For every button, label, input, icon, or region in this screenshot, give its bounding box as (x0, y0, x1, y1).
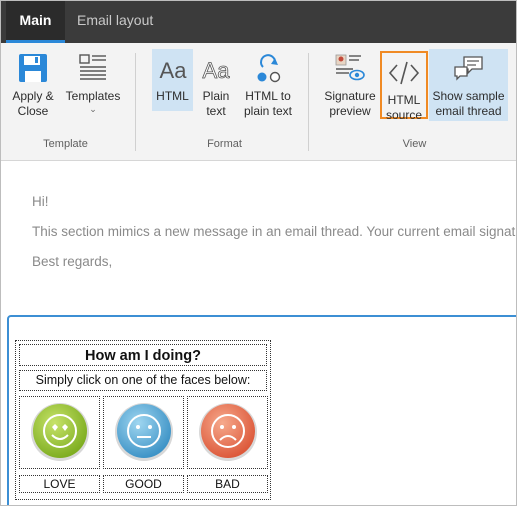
group-label-template: Template (43, 138, 88, 150)
templates-label: Templates (65, 89, 121, 103)
signature-preview-label-1: Signature (324, 89, 376, 103)
email-thread-preview: Hi! This section mimics a new message in… (1, 162, 517, 312)
show-sample-label-2: email thread (435, 104, 502, 118)
preview-body: This section mimics a new message in an … (32, 224, 517, 239)
html-to-plain-text-button[interactable]: HTML to plain text (240, 49, 296, 123)
tab-email-layout-label: Email layout (77, 12, 154, 28)
code-icon (388, 61, 420, 85)
templates-icon (79, 54, 106, 80)
face-cell-bad[interactable] (187, 396, 268, 469)
smiley-love-icon[interactable] (20, 397, 101, 470)
plain-text-label-1: Plain (202, 89, 230, 103)
smiley-bad-icon[interactable] (188, 397, 269, 470)
html-source-button[interactable]: HTML source (380, 51, 428, 122)
signature-preview-icon (335, 54, 365, 81)
font-aa-icon: Aa (159, 58, 187, 83)
smiley-good-icon[interactable] (104, 397, 185, 470)
font-aa-outline-icon: Aa (202, 58, 231, 84)
face-label-good: GOOD (103, 475, 184, 493)
group-divider (308, 53, 309, 151)
chevron-down-icon: ⌄ (89, 104, 97, 114)
convert-icon (257, 54, 281, 83)
face-label-bad: BAD (187, 475, 268, 493)
tab-main[interactable]: Main (6, 1, 65, 43)
signature-editor-window: Main Email layout Apply & Close Template… (0, 0, 517, 506)
group-label-format: Format (207, 138, 242, 150)
survey-title: How am I doing? (19, 344, 267, 366)
tab-email-layout[interactable]: Email layout (77, 1, 153, 43)
html-source-label-1: HTML (387, 93, 421, 107)
show-sample-thread-button[interactable]: Show sample email thread (429, 49, 508, 121)
save-icon (19, 54, 47, 82)
format-plain-text-button[interactable]: Aa Plain text (197, 49, 235, 123)
group-divider (135, 53, 136, 151)
survey-subtitle: Simply click on one of the faces below: (19, 370, 267, 391)
face-label-love: LOVE (19, 475, 100, 493)
templates-button[interactable]: Templates ⌄ (63, 49, 123, 123)
feedback-survey-table: How am I doing? Simply click on one of t… (15, 340, 271, 500)
html-to-plain-label-2: plain text (243, 104, 293, 118)
format-html-label: HTML (156, 89, 189, 103)
svg-text:Aa: Aa (203, 58, 231, 83)
show-sample-label-1: Show sample (432, 89, 505, 103)
html-to-plain-label-1: HTML to (245, 89, 291, 103)
format-html-button[interactable]: Aa HTML (152, 49, 193, 111)
html-source-label-2: source (385, 108, 423, 122)
apply-close-label-1: Apply & (12, 89, 54, 103)
svg-text:Aa: Aa (159, 58, 187, 83)
face-cell-love[interactable] (19, 396, 100, 469)
ribbon: Apply & Close Templates ⌄ Template Aa HT… (1, 43, 516, 161)
preview-closing: Best regards, (32, 254, 113, 269)
ribbon-tab-bar: Main Email layout (1, 1, 516, 43)
apply-close-label-2: Close (17, 104, 49, 118)
apply-close-button[interactable]: Apply & Close (8, 49, 58, 123)
signature-preview-button[interactable]: Signature preview (321, 49, 379, 123)
plain-text-label-2: text (206, 104, 226, 118)
tab-main-label: Main (19, 12, 52, 28)
chat-bubbles-icon (453, 56, 483, 81)
signature-preview-label-2: preview (329, 104, 371, 118)
preview-greeting: Hi! (32, 194, 49, 209)
group-label-view: View (402, 138, 427, 150)
face-cell-good[interactable] (103, 396, 184, 469)
